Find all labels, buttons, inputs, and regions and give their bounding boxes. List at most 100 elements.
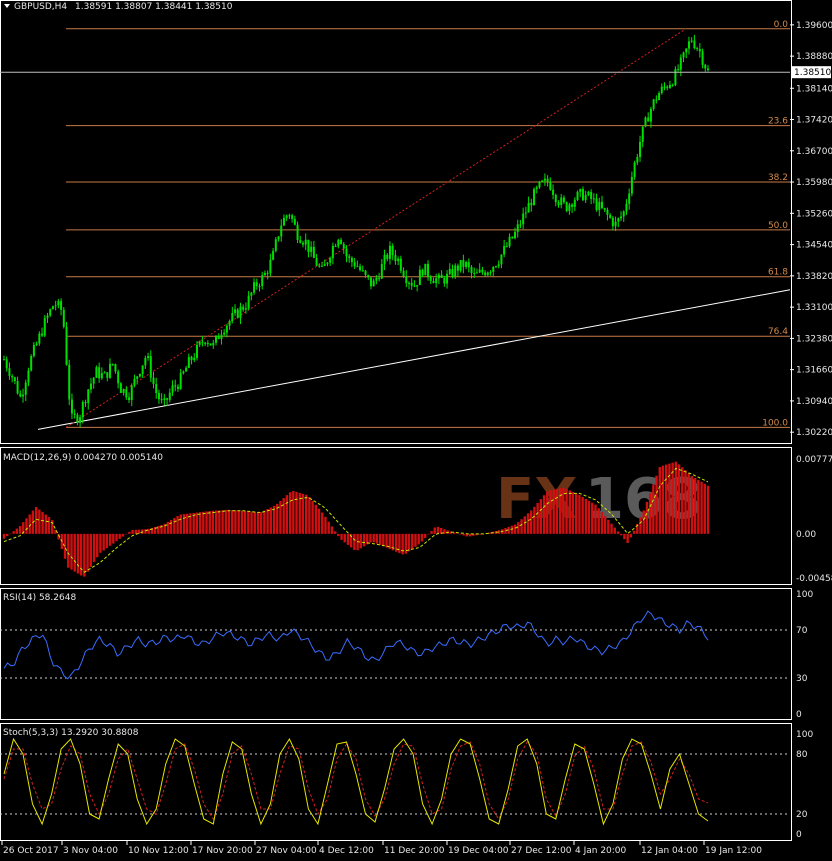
macd-bar [420, 533, 424, 542]
time-tick-label: 27 Dec 12:00 [511, 846, 572, 856]
macd-bar [227, 509, 231, 534]
candle-body [329, 258, 332, 263]
candle-body [79, 417, 82, 423]
macd-bar [674, 461, 678, 534]
macd-bar [317, 508, 321, 534]
candle-body [43, 318, 46, 336]
macd-bar [218, 510, 221, 534]
candle-body [519, 224, 522, 226]
macd-bar [652, 484, 655, 534]
candle-body [350, 257, 353, 263]
candle-body [641, 126, 644, 142]
time-tick-label: 26 Oct 2017 [3, 846, 59, 856]
macd-bar [221, 510, 224, 534]
candle-body [475, 272, 478, 274]
candle-body [617, 218, 620, 222]
macd-bar [266, 509, 269, 534]
macd-bar [256, 512, 260, 534]
candle-body [647, 117, 650, 122]
time-tick-label: 12 Jan 04:00 [641, 846, 698, 856]
fib-label-0: 0.0 [774, 20, 789, 30]
candle-body [272, 250, 275, 260]
candle-body [280, 225, 283, 237]
macd-bar [581, 496, 584, 534]
macd-bar [359, 533, 363, 549]
candle-body [291, 215, 294, 219]
candle-body [16, 381, 19, 394]
candle-body [508, 236, 511, 247]
macd-bar [253, 512, 256, 534]
candle-body [522, 213, 525, 225]
candle-body [492, 266, 495, 272]
candle-body [323, 264, 326, 266]
macd-bar [211, 510, 215, 534]
fibonacci-levels: 0.0 23.6 38.2 50.0 61.8 76.4 100.0 [66, 20, 790, 428]
candle-body [299, 240, 302, 243]
candle-body [514, 231, 517, 239]
candle-body [155, 384, 158, 393]
candle-body [448, 268, 451, 274]
macd-bar [292, 490, 295, 534]
candle-body [497, 264, 500, 267]
candle-body [538, 181, 541, 188]
macd-tick-label: -0.00458 [796, 574, 832, 584]
candle-body [65, 326, 68, 365]
macd-bar [661, 465, 665, 534]
macd-bar [301, 493, 305, 534]
candle-body [628, 193, 631, 204]
price-tick-label: 1.36700 [796, 147, 832, 157]
candle-body [340, 239, 343, 244]
macd-bar [571, 491, 575, 534]
candle-body [277, 236, 280, 240]
macd-bar [295, 491, 298, 534]
macd-bar [690, 476, 694, 534]
candle-body [122, 389, 125, 393]
macd-bar [28, 514, 31, 534]
candle-body [166, 398, 169, 400]
price-tick-label: 1.31660 [796, 366, 832, 376]
candle-body [13, 377, 16, 382]
macd-bar [603, 515, 607, 534]
macd-bar [330, 526, 334, 534]
price-tick-label: 1.38880 [796, 52, 832, 62]
candle-body [668, 84, 671, 88]
candle-body [606, 209, 609, 215]
candle-body [171, 385, 174, 393]
rsi-indicator: 100 70 30 0 [0, 590, 813, 720]
macd-tick-label: 0.00 [796, 530, 816, 540]
candle-body [100, 373, 103, 379]
macd-bar [247, 511, 250, 534]
macd-bar [192, 512, 195, 534]
candle-body [296, 224, 299, 241]
candle-body [405, 276, 408, 284]
candle-body [622, 211, 625, 217]
macd-title: MACD(12,26,9) 0.004270 0.005140 [3, 453, 163, 463]
candle-body [418, 269, 421, 286]
fib-label-3: 50.0 [768, 221, 788, 231]
macd-bar [134, 529, 137, 534]
candle-body [261, 275, 264, 287]
candle-body [603, 207, 606, 210]
candle-body [68, 364, 71, 400]
candle-body [503, 246, 506, 255]
candle-body [386, 254, 389, 259]
candle-body [679, 57, 682, 70]
candle-body [304, 239, 307, 245]
candle-body [57, 301, 60, 306]
macd-bar [517, 522, 520, 534]
macd-bar [430, 530, 433, 534]
macd-bar [645, 501, 649, 534]
macd-bar [41, 512, 44, 534]
candle-body [562, 197, 565, 203]
macd-bar [308, 497, 311, 534]
macd-bar [655, 475, 658, 534]
candle-body [152, 377, 155, 385]
candle-body [185, 367, 188, 372]
macd-bar [343, 533, 346, 543]
candle-body [250, 292, 253, 296]
rsi-tick-label: 0 [796, 710, 802, 720]
dropdown-arrow-icon[interactable] [4, 4, 10, 8]
candle-body [356, 266, 359, 268]
candle-body [535, 187, 538, 190]
candle-body [263, 272, 266, 276]
